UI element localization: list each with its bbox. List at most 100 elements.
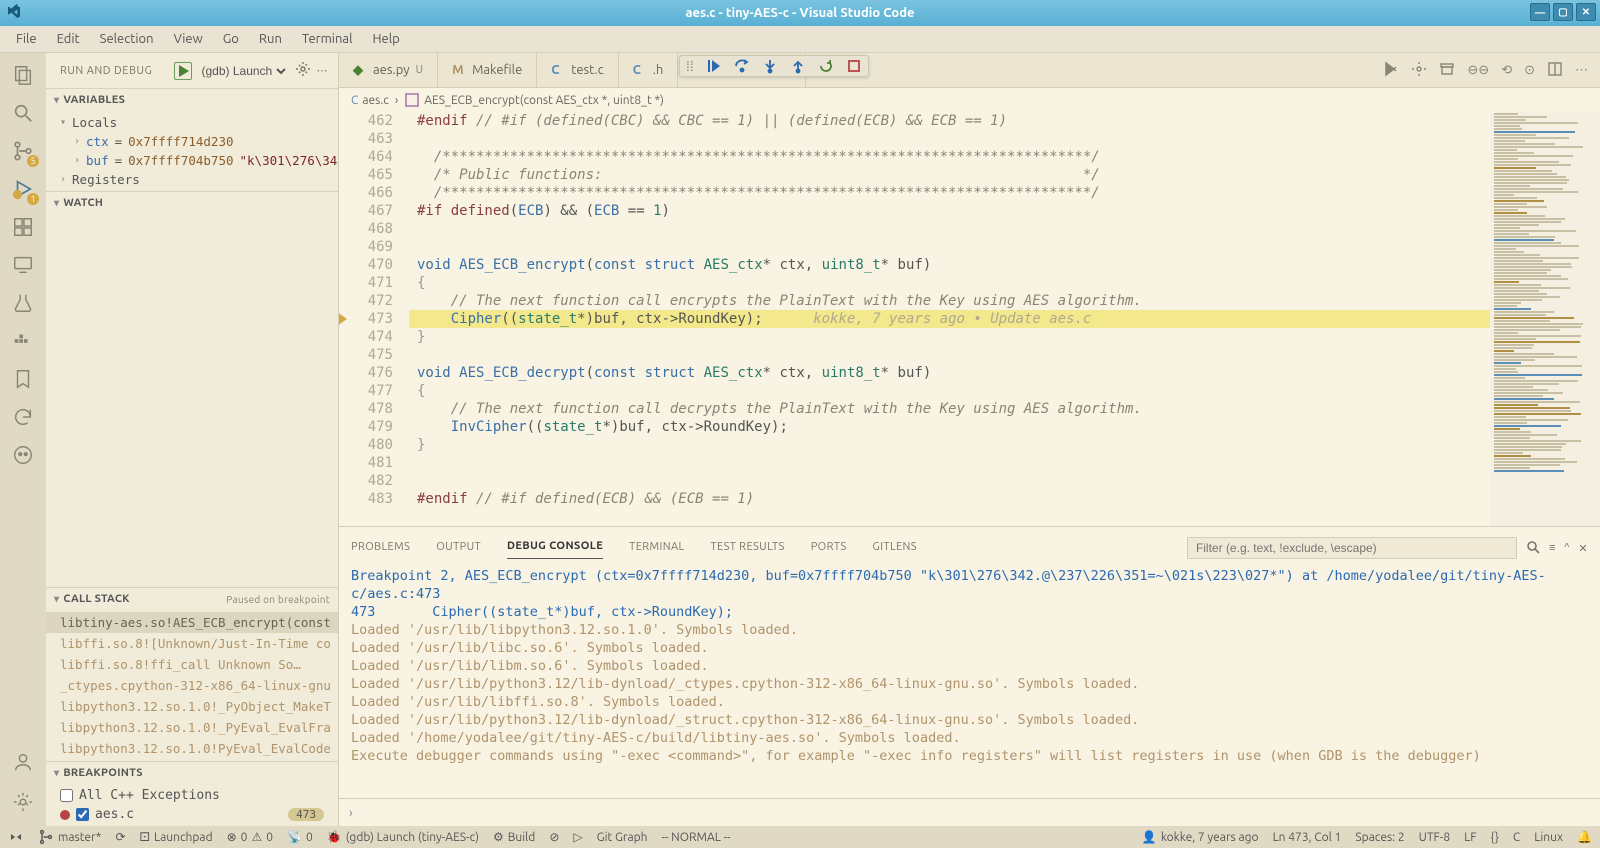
stop-button[interactable] — [846, 58, 862, 74]
step-over-button[interactable] — [734, 58, 750, 74]
panel-close-icon[interactable]: ✕ — [1578, 542, 1588, 555]
bookmarks-icon[interactable] — [9, 365, 37, 393]
language-status[interactable]: C — [1513, 831, 1520, 844]
editor-tab[interactable]: ◆aes.pyU — [339, 53, 438, 87]
explorer-icon[interactable] — [9, 61, 37, 89]
docker-icon[interactable] — [9, 327, 37, 355]
editor-tab[interactable]: MMakefile — [438, 53, 537, 87]
remote-icon[interactable] — [9, 251, 37, 279]
blame-status[interactable]: 👤 kokke, 7 years ago — [1142, 830, 1259, 844]
callstack-frame[interactable]: libpython3.12.so.1.0!PyEval_EvalCode — [46, 738, 338, 759]
code-line[interactable] — [409, 472, 1600, 490]
breakpoint-allcpp[interactable]: All C++ Exceptions — [46, 786, 338, 805]
launchpad-status[interactable]: ⚀ Launchpad — [140, 830, 213, 844]
config-gear-icon[interactable] — [295, 61, 311, 80]
callstack-frame[interactable]: _ctypes.cpython-312-x86_64-linux-gnu — [46, 675, 338, 696]
restart-button[interactable] — [818, 58, 834, 74]
sync-status[interactable]: ⟳ — [115, 830, 125, 844]
position-status[interactable]: Ln 473, Col 1 — [1273, 831, 1342, 844]
search-icon[interactable] — [1525, 539, 1541, 558]
wrap-icon[interactable]: ⊙ — [1524, 63, 1535, 78]
build-play-icon[interactable]: ⊘ — [549, 830, 559, 844]
debug-icon[interactable]: 1 — [9, 175, 37, 203]
notifications-icon[interactable]: 🔔 — [1577, 830, 1592, 844]
panel-more-icon[interactable]: ≡ — [1549, 542, 1556, 554]
callstack-frame[interactable]: libpython3.12.so.1.0!_PyObject_MakeT — [46, 696, 338, 717]
panel-tab[interactable]: GITLENS — [873, 541, 917, 559]
settings-icon[interactable] — [1411, 61, 1427, 80]
variable-row[interactable]: › buf = 0x7ffff704b750 "k\301\276\34… — [46, 151, 338, 170]
close-button[interactable]: ✕ — [1576, 3, 1596, 21]
problems-status[interactable]: ⊗ 0 ⚠ 0 — [227, 830, 273, 844]
split-icon[interactable] — [1547, 61, 1563, 80]
code-line[interactable]: { — [409, 274, 1600, 292]
copilot-icon[interactable] — [9, 441, 37, 469]
breadcrumb[interactable]: C aes.c › AES_ECB_encrypt(const AES_ctx … — [339, 88, 1600, 112]
callstack-section-header[interactable]: ▾CALL STACK Paused on breakpoint — [46, 588, 338, 610]
search-icon[interactable] — [9, 99, 37, 127]
os-status[interactable]: Linux — [1534, 831, 1563, 844]
code-line[interactable] — [409, 130, 1600, 148]
ports-status[interactable]: 📡 0 — [287, 830, 313, 844]
code-line[interactable]: /* Public functions: */ — [409, 166, 1600, 184]
callstack-frame[interactable]: libffi.so.8![Unknown/Just-In-Time co — [46, 633, 338, 654]
breakpoints-section-header[interactable]: ▾BREAKPOINTS — [46, 762, 338, 784]
continue-button[interactable] — [706, 58, 722, 74]
panel-tab[interactable]: PORTS — [811, 541, 847, 559]
panel-tab[interactable]: TEST RESULTS — [711, 541, 785, 559]
code-line[interactable]: } — [409, 328, 1600, 346]
locals-scope[interactable]: ▾Locals — [46, 113, 338, 132]
remote-status[interactable] — [8, 829, 24, 845]
sidebar-more-icon[interactable]: ⋯ — [317, 64, 329, 77]
callstack-frame[interactable]: libffi.so.8!ffi_call Unknown So… — [46, 654, 338, 675]
code-line[interactable]: { — [409, 382, 1600, 400]
indent-status[interactable]: Spaces: 2 — [1355, 831, 1404, 844]
launch-config-select[interactable]: (gdb) Launch — [198, 63, 289, 79]
editor-tab[interactable]: C.h — [619, 53, 679, 87]
panel-maximize-icon[interactable]: ^ — [1564, 542, 1571, 554]
extensions-icon[interactable] — [9, 213, 37, 241]
code-line[interactable] — [409, 220, 1600, 238]
menu-run[interactable]: Run — [249, 28, 292, 50]
breakpoint-file[interactable]: aes.c 473 — [46, 805, 338, 824]
code-line[interactable]: } — [409, 436, 1600, 454]
debug-console-output[interactable]: Breakpoint 2, AES_ECB_encrypt (ctx=0x7ff… — [339, 559, 1600, 798]
code-line[interactable] — [409, 346, 1600, 364]
build-status[interactable]: ⚙ Build — [493, 830, 535, 844]
bracket-status[interactable]: {} — [1491, 831, 1499, 844]
archive-icon[interactable] — [1439, 61, 1455, 80]
menu-terminal[interactable]: Terminal — [292, 28, 363, 50]
variable-row[interactable]: › ctx = 0x7ffff714d230 — [46, 132, 338, 151]
test-icon[interactable] — [9, 289, 37, 317]
branch-status[interactable]: master* — [38, 829, 101, 845]
watch-section-header[interactable]: ▾WATCH — [46, 192, 338, 214]
code-line[interactable]: // The next function call decrypts the P… — [409, 400, 1600, 418]
code-line[interactable] — [409, 454, 1600, 472]
sync-icon[interactable] — [9, 403, 37, 431]
code-line[interactable]: void AES_ECB_decrypt(const struct AES_ct… — [409, 364, 1600, 382]
code-line[interactable]: #if defined(ECB) && (ECB == 1) — [409, 202, 1600, 220]
code-line[interactable]: /***************************************… — [409, 148, 1600, 166]
minimize-button[interactable]: — — [1530, 3, 1550, 21]
bp-checkbox[interactable] — [60, 789, 73, 802]
debug-status[interactable]: 🐞 (gdb) Launch (tiny-AES-c) — [327, 830, 479, 844]
encoding-status[interactable]: UTF-8 — [1419, 831, 1450, 844]
code-line[interactable]: #endif // #if (defined(CBC) && CBC == 1)… — [409, 112, 1600, 130]
menu-selection[interactable]: Selection — [90, 28, 164, 50]
bp-checkbox[interactable] — [76, 808, 89, 821]
code-line[interactable]: // The next function call encrypts the P… — [409, 292, 1600, 310]
code-line[interactable]: InvCipher((state_t*)buf, ctx->RoundKey); — [409, 418, 1600, 436]
start-debug-button[interactable] — [174, 62, 192, 80]
timeline-icon[interactable]: ⟲ — [1501, 63, 1512, 78]
panel-tab[interactable]: OUTPUT — [436, 541, 481, 559]
scm-icon[interactable]: 5 — [9, 137, 37, 165]
code-line[interactable]: void AES_ECB_encrypt(const struct AES_ct… — [409, 256, 1600, 274]
panel-filter-input[interactable] — [1187, 537, 1517, 559]
eol-status[interactable]: LF — [1464, 831, 1476, 844]
code-line[interactable] — [409, 238, 1600, 256]
code-line[interactable]: Cipher((state_t*)buf, ctx->RoundKey); ko… — [409, 310, 1600, 328]
minimap[interactable] — [1490, 112, 1600, 526]
panel-tab[interactable]: TERMINAL — [629, 541, 684, 559]
menu-file[interactable]: File — [6, 28, 47, 50]
run-dropdown-icon[interactable] — [1383, 61, 1399, 80]
